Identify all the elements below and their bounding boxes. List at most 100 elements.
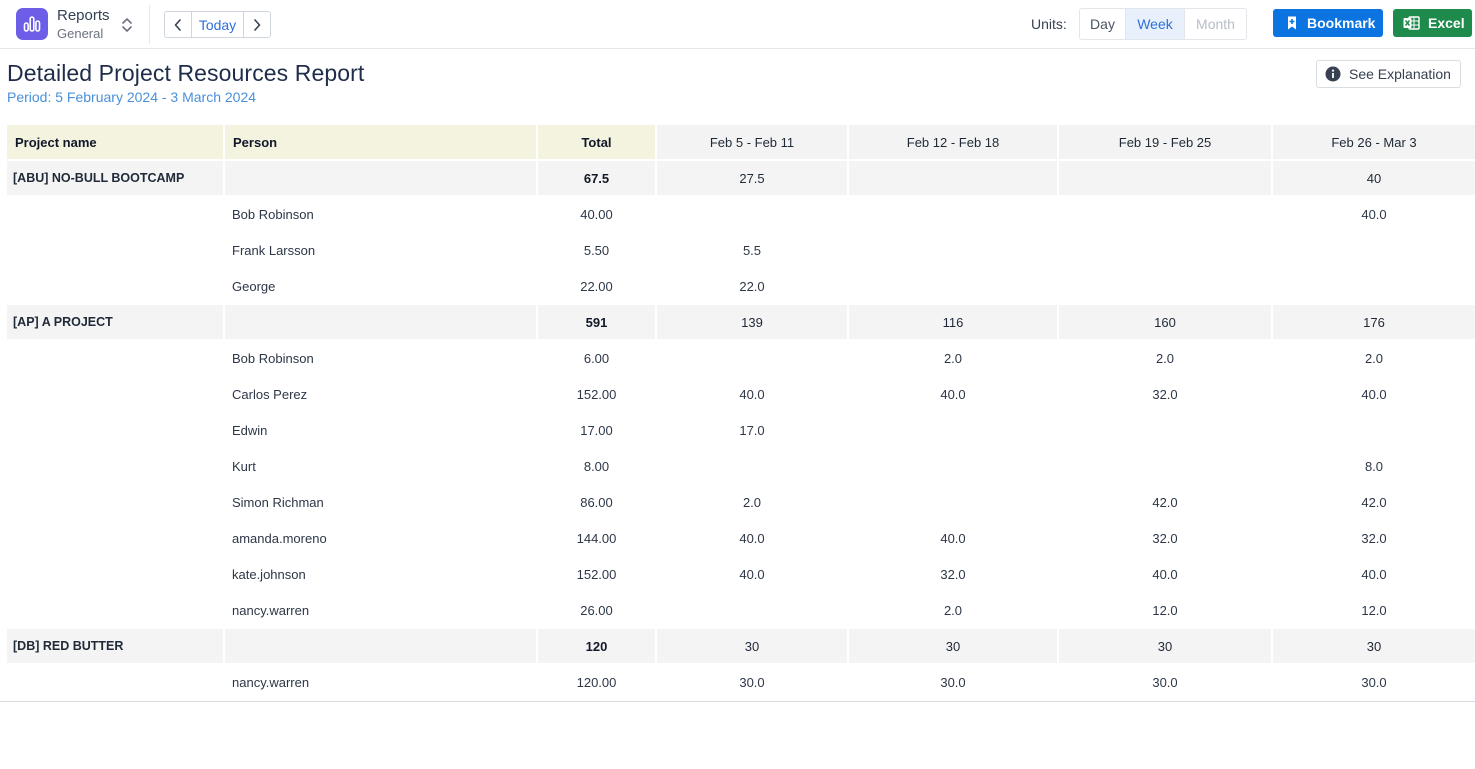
person-name: nancy.warren — [232, 674, 310, 690]
project-cell-empty — [7, 593, 223, 627]
week-value: 139 — [657, 305, 847, 339]
date-navigation: Today — [164, 11, 271, 38]
column-header-total[interactable]: Total — [538, 125, 655, 159]
project-total: 591 — [538, 305, 655, 339]
week-value: 40.0 — [1152, 566, 1178, 582]
column-header-week-3[interactable]: Feb 19 - Feb 25 — [1059, 125, 1271, 159]
week-value — [849, 485, 1057, 519]
week-value — [849, 413, 1057, 447]
week-value: 40.0 — [739, 530, 765, 546]
week-value: 32.0 — [1152, 386, 1178, 402]
person-total: 40.00 — [580, 206, 613, 222]
week-value: 40.0 — [1361, 386, 1387, 402]
project-name: [ABU] NO-BULL BOOTCAMP — [7, 161, 223, 195]
week-value: 30.0 — [739, 674, 765, 690]
person-total: 120.00 — [576, 674, 617, 690]
week-value: 30.0 — [1152, 674, 1178, 690]
column-header-project[interactable]: Project name — [7, 125, 223, 159]
person-total: 86.00 — [580, 494, 613, 510]
divider — [149, 5, 150, 44]
person-name: Bob Robinson — [232, 350, 314, 366]
app-subtitle: General — [57, 26, 104, 41]
chevron-left-icon — [174, 18, 181, 31]
person-total: 152.00 — [576, 566, 617, 582]
person-row[interactable]: nancy.warren 120.00 30.0 30.0 30.0 30.0 — [7, 665, 1475, 701]
week-value: 2.0 — [1155, 350, 1175, 366]
person-row[interactable]: George 22.00 22.0 — [7, 269, 1475, 305]
person-row[interactable]: Bob Robinson 6.00 2.0 2.0 2.0 — [7, 341, 1475, 377]
reports-app-icon[interactable] — [16, 8, 48, 40]
bookmark-icon — [1285, 15, 1299, 31]
week-value: 42.0 — [1361, 494, 1387, 510]
week-value: 22.0 — [739, 278, 765, 294]
person-row[interactable]: kate.johnson 152.00 40.0 32.0 40.0 40.0 — [7, 557, 1475, 593]
column-header-week-4[interactable]: Feb 26 - Mar 3 — [1273, 125, 1475, 159]
person-name: Kurt — [232, 458, 256, 474]
person-row[interactable]: Frank Larsson 5.50 5.5 — [7, 233, 1475, 269]
bar-chart-icon — [23, 16, 41, 32]
excel-export-button[interactable]: Excel — [1393, 9, 1472, 37]
week-value: 30 — [1273, 629, 1475, 663]
week-value: 40.0 — [739, 566, 765, 582]
week-value: 32.0 — [1152, 530, 1178, 546]
person-total: 6.00 — [583, 350, 610, 366]
person-row[interactable]: Bob Robinson 40.00 40.0 — [7, 197, 1475, 233]
person-row[interactable]: Carlos Perez 152.00 40.0 40.0 32.0 40.0 — [7, 377, 1475, 413]
person-row[interactable]: amanda.moreno 144.00 40.0 40.0 32.0 32.0 — [7, 521, 1475, 557]
week-value: 40.0 — [739, 386, 765, 402]
table-bottom-border — [0, 701, 1475, 702]
units-label: Units: — [1031, 16, 1067, 32]
column-header-week-1[interactable]: Feb 5 - Feb 11 — [657, 125, 847, 159]
unit-day-button[interactable]: Day — [1080, 9, 1126, 39]
week-value: 40.0 — [940, 386, 966, 402]
week-value: 2.0 — [943, 350, 963, 366]
person-row[interactable]: Simon Richman 86.00 2.0 42.0 42.0 — [7, 485, 1475, 521]
project-cell-empty — [7, 341, 223, 375]
person-name: Edwin — [232, 422, 268, 438]
project-row[interactable]: [DB] RED BUTTER 120 30 30 30 30 — [7, 629, 1475, 665]
week-value — [1273, 413, 1475, 447]
week-value: 42.0 — [1152, 494, 1178, 510]
week-value — [1273, 269, 1475, 303]
week-value — [849, 197, 1057, 231]
person-name: Simon Richman — [232, 494, 324, 510]
project-cell-empty — [7, 557, 223, 591]
next-period-button[interactable] — [244, 12, 270, 37]
person-total: 144.00 — [576, 530, 617, 546]
person-cell-empty — [225, 629, 536, 663]
week-value — [1059, 449, 1271, 483]
column-header-week-2[interactable]: Feb 12 - Feb 18 — [849, 125, 1057, 159]
table-body: [ABU] NO-BULL BOOTCAMP 67.5 27.5 40 Bob Robi… — [7, 161, 1475, 701]
see-explanation-label: See Explanation — [1349, 66, 1451, 82]
person-row[interactable]: Edwin 17.00 17.0 — [7, 413, 1475, 449]
project-row[interactable]: [ABU] NO-BULL BOOTCAMP 67.5 27.5 40 — [7, 161, 1475, 197]
week-value — [849, 449, 1057, 483]
person-name: kate.johnson — [232, 566, 306, 582]
bookmark-button[interactable]: Bookmark — [1273, 9, 1383, 37]
excel-label: Excel — [1428, 15, 1465, 31]
today-button[interactable]: Today — [191, 12, 244, 37]
person-name: George — [232, 278, 276, 294]
week-value: 8.0 — [1364, 458, 1384, 474]
bookmark-label: Bookmark — [1307, 15, 1376, 31]
app-title[interactable]: Reports — [57, 7, 110, 24]
previous-period-button[interactable] — [165, 12, 191, 37]
person-total: 22.00 — [580, 278, 613, 294]
week-value — [1059, 413, 1271, 447]
app-switcher-icon[interactable] — [119, 14, 135, 36]
project-row[interactable]: [AP] A PROJECT 591 139 116 160 176 — [7, 305, 1475, 341]
project-cell-empty — [7, 485, 223, 519]
week-value: 176 — [1273, 305, 1475, 339]
person-row[interactable]: nancy.warren 26.00 2.0 12.0 12.0 — [7, 593, 1475, 629]
column-header-person[interactable]: Person — [225, 125, 536, 159]
week-value: 27.5 — [657, 161, 847, 195]
week-value: 30 — [657, 629, 847, 663]
person-row[interactable]: Kurt 8.00 8.0 — [7, 449, 1475, 485]
see-explanation-button[interactable]: See Explanation — [1316, 60, 1461, 88]
week-value — [657, 593, 847, 627]
week-value: 30 — [1059, 629, 1271, 663]
week-value: 17.0 — [739, 422, 765, 438]
week-value: 2.0 — [742, 494, 762, 510]
unit-month-button[interactable]: Month — [1185, 9, 1246, 39]
unit-week-button[interactable]: Week — [1126, 9, 1185, 39]
